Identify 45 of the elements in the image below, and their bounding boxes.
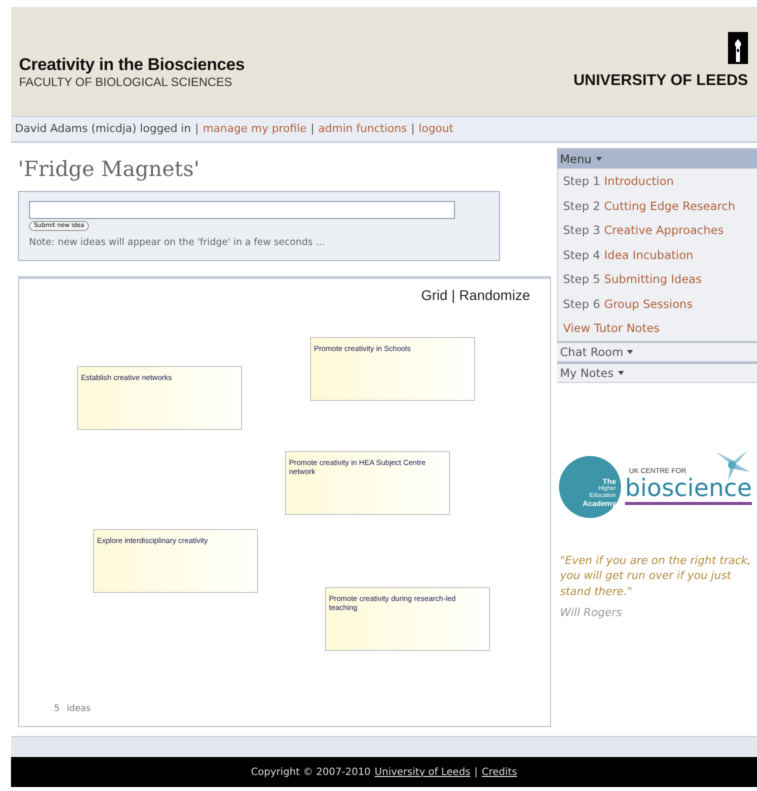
section-header[interactable]: My Notes (557, 362, 757, 382)
form-note: Note: new ideas will appear on the 'fridge' in a few seconds ... (29, 237, 326, 248)
logo-name: bioscience (625, 475, 752, 501)
menu-link[interactable]: Idea Incubation (604, 248, 694, 262)
separator: | (474, 766, 478, 778)
nav-link[interactable]: logout (418, 122, 454, 135)
caret-icon (618, 370, 624, 374)
nav-link[interactable]: admin functions (318, 122, 407, 135)
caret-icon (596, 157, 602, 161)
page-title: 'Fridge Magnets' (18, 157, 200, 181)
site-subtitle: FACULTY OF BIOLOGICAL SCIENCES (19, 75, 234, 89)
step-label: Step 2 (563, 198, 600, 213)
site-title: Creativity in the Biosciences (19, 55, 245, 75)
step-label: Step 4 (563, 248, 600, 262)
menu-link[interactable]: Cutting Edge Research (604, 198, 736, 213)
view-link[interactable]: Grid (421, 287, 448, 303)
separator: | (310, 122, 314, 135)
separator: | (194, 122, 199, 135)
menu-link[interactable]: Creative Approaches (604, 223, 724, 238)
step-label: Step 6 (563, 296, 600, 311)
menu-link[interactable]: View Tutor Notes (563, 321, 660, 336)
separator: | (452, 287, 456, 303)
idea-input-field[interactable] (29, 201, 455, 219)
menu-link[interactable]: Introduction (604, 174, 674, 188)
section-header[interactable]: Chat Room (557, 340, 757, 362)
menu-link[interactable]: Group Sessions (604, 296, 693, 311)
nav-link[interactable]: manage my profile (202, 122, 307, 135)
step-label: Step 1 (563, 174, 600, 188)
menu-link[interactable]: Submitting Ideas (604, 272, 702, 286)
footer-link[interactable]: Credits (482, 766, 518, 778)
copyright-text: Copyright © 2007-2010 (250, 766, 371, 778)
section-header[interactable]: Menu (557, 148, 757, 169)
quote-text: "Even if you are on the right track, you will get run over if you just stand there." (560, 552, 752, 599)
separator: | (410, 122, 415, 135)
idea-count: 5 (54, 704, 60, 714)
caret-icon (627, 350, 634, 354)
tower-icon (728, 32, 748, 64)
step-label: Step 5 (563, 272, 600, 286)
idea-count-label: ideas (66, 704, 91, 714)
view-link[interactable]: Randomize (459, 287, 530, 303)
quote-author: Will Rogers (560, 606, 623, 619)
university-logo-text: UNIVERSITY OF LEEDS (573, 72, 748, 90)
footer-link[interactable]: University of Leeds (374, 766, 470, 778)
login-status: David Adams (micdja) logged in (15, 122, 191, 135)
step-label: Step 3 (563, 223, 600, 238)
